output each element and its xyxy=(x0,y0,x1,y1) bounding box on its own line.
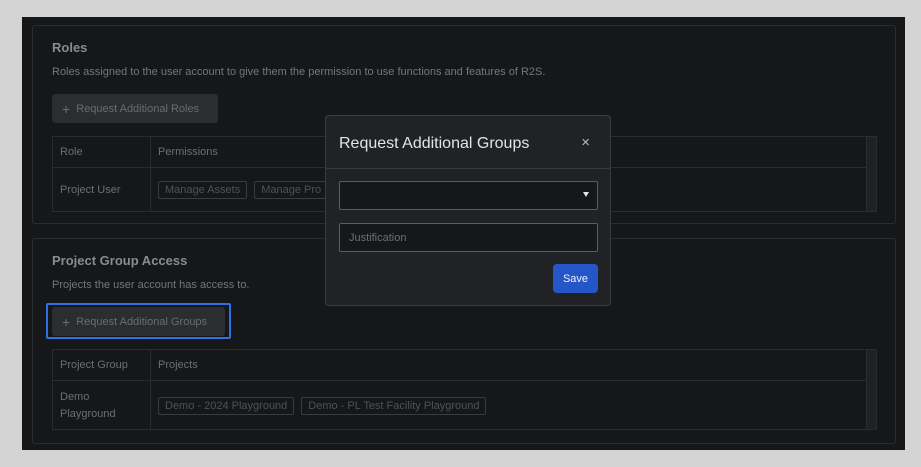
project-tag: Demo - 2024 Playground xyxy=(158,396,295,415)
permission-tag: Manage Assets xyxy=(158,181,248,199)
justification-placeholder: Justification xyxy=(349,231,407,244)
table-row: Demo Playground Demo - 2024 Playground D… xyxy=(53,381,866,430)
column-header-role: Role xyxy=(53,137,151,167)
groups-description: Projects the user account has access to. xyxy=(52,279,250,291)
group-name: Demo Playground xyxy=(60,390,116,420)
column-header-projects: Projects xyxy=(158,359,198,371)
close-icon[interactable]: × xyxy=(581,134,590,151)
request-roles-label: Request Additional Roles xyxy=(76,102,200,115)
groups-table: Project Group Projects Demo Playground D… xyxy=(52,349,877,430)
permission-tag: Manage Pro xyxy=(254,181,329,199)
table-scrollbar[interactable] xyxy=(866,137,876,211)
table-scrollbar[interactable] xyxy=(866,350,876,429)
projects-cell: Demo - 2024 Playground Demo - PL Test Fa… xyxy=(151,381,866,430)
column-header-project-group: Project Group xyxy=(53,350,151,380)
request-roles-button[interactable]: + Request Additional Roles xyxy=(52,94,218,123)
project-tag: Demo - PL Test Facility Playground xyxy=(301,396,487,415)
modal-title: Request Additional Groups xyxy=(339,135,530,152)
plus-icon: + xyxy=(62,100,71,117)
request-groups-modal: Request Additional Groups × Justificatio… xyxy=(325,115,611,306)
caret-down-icon xyxy=(583,192,589,197)
groups-title: Project Group Access xyxy=(52,253,188,268)
focus-ring xyxy=(46,303,231,339)
table-header: Project Group Projects xyxy=(53,350,866,381)
group-select[interactable] xyxy=(339,181,598,210)
role-cell: Project User xyxy=(53,168,151,212)
save-button[interactable]: Save xyxy=(553,264,598,293)
group-cell: Demo Playground xyxy=(53,381,151,430)
justification-input[interactable]: Justification xyxy=(339,223,598,252)
roles-title: Roles xyxy=(52,40,88,55)
roles-description: Roles assigned to the user account to gi… xyxy=(52,66,546,78)
modal-divider xyxy=(326,168,610,169)
